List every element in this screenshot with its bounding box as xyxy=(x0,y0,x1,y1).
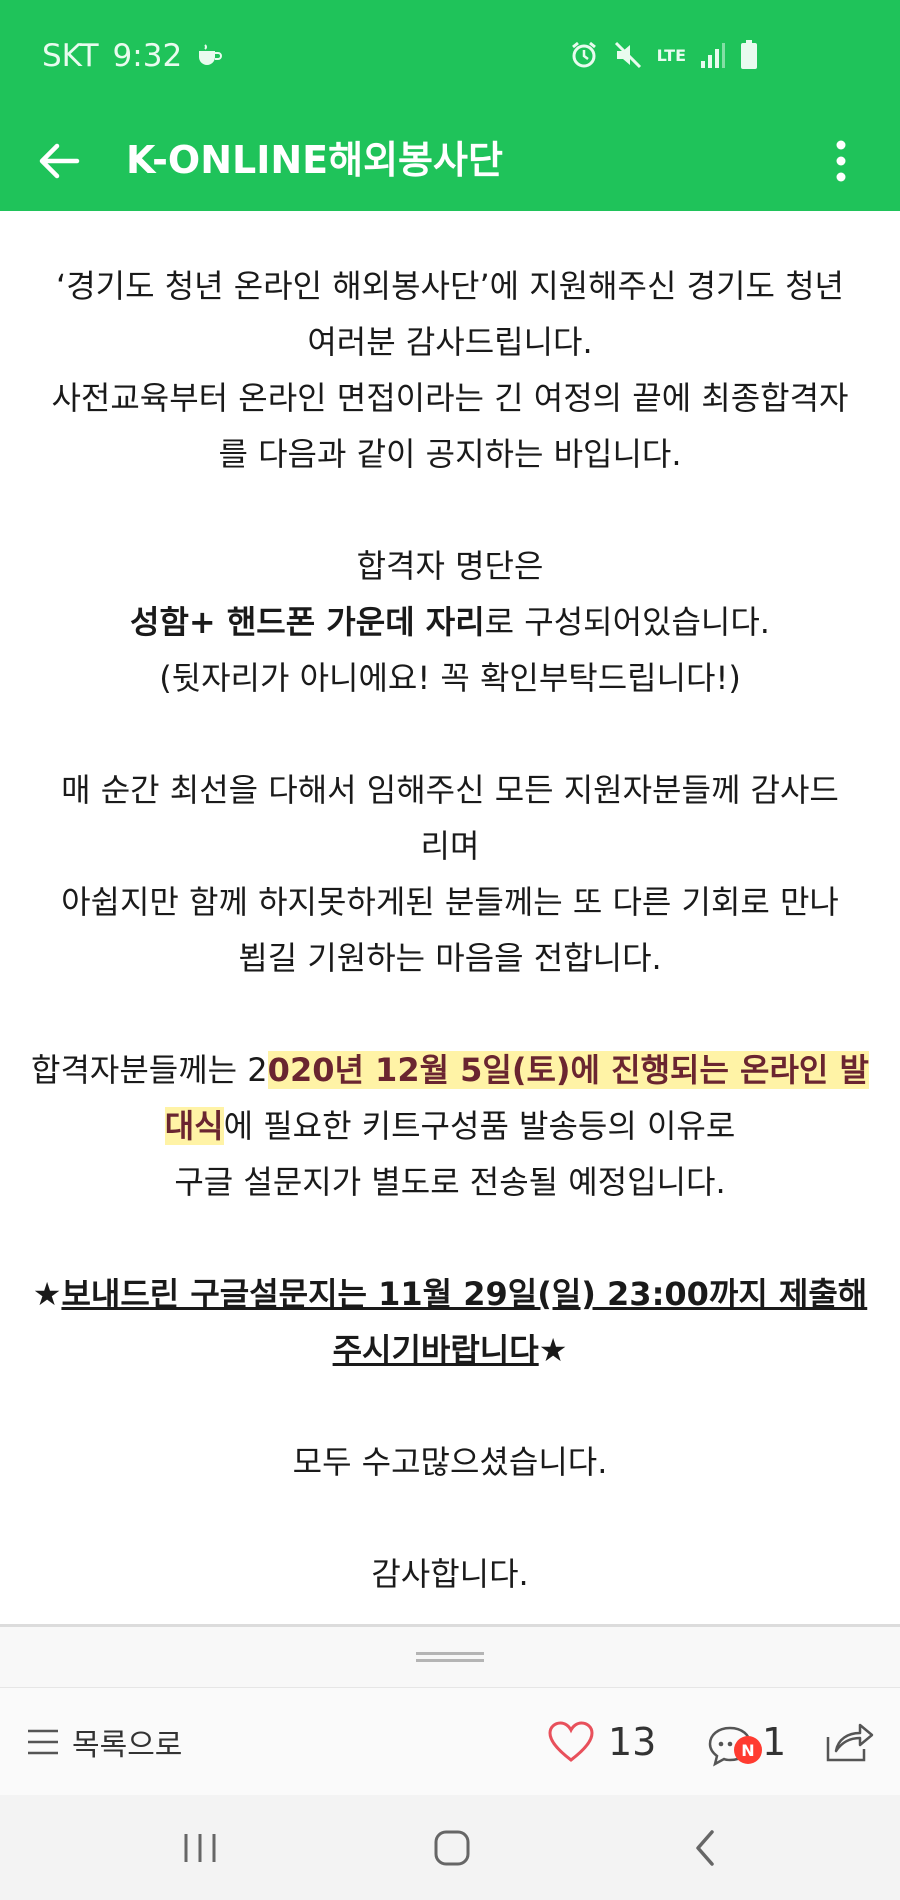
recents-icon xyxy=(184,1833,216,1862)
back-button[interactable] xyxy=(24,126,94,196)
drag-handle-icon xyxy=(416,1652,484,1662)
like-count: 13 xyxy=(608,1720,657,1764)
list-icon xyxy=(28,1729,58,1755)
plain-text: 에 필요한 키트구성품 발송등의 이유로 xyxy=(223,1107,736,1145)
network-label: LTE xyxy=(656,45,686,65)
post-line-mixed: 합격자분들께는 2020년 12월 5일(토)에 진행되는 온라인 발 xyxy=(0,1042,900,1098)
drag-handle[interactable] xyxy=(0,1627,900,1687)
post-line: 사전교육부터 온라인 면접이라는 긴 여정의 끝에 최종합격자 xyxy=(51,379,849,417)
post-line-mixed: 성함+ 핸드폰 가운데 자리로 구성되어있습니다. xyxy=(0,594,900,650)
post-line: (뒷자리가 아니에요! 꼭 확인부탁드립니다!) xyxy=(159,659,741,697)
clock-time: 9:32 xyxy=(112,38,183,74)
carrier-label: SKT xyxy=(42,38,99,74)
back-arrow-icon xyxy=(39,143,80,179)
more-vert-icon xyxy=(836,140,846,182)
mute-icon xyxy=(613,40,643,70)
status-right: LTE xyxy=(569,40,758,70)
alarm-icon xyxy=(569,40,599,70)
comment-button[interactable]: N 1 xyxy=(706,1688,786,1796)
heart-icon xyxy=(548,1721,594,1762)
star-symbol: ★ xyxy=(32,1275,62,1313)
post-line: 를 다음과 같이 공지하는 바입니다. xyxy=(218,435,682,473)
status-bar: SKT 9:32 LTE xyxy=(0,0,900,120)
system-nav-bar xyxy=(0,1795,900,1900)
list-button-label: 목록으로 xyxy=(72,1728,183,1763)
like-button[interactable]: 13 xyxy=(548,1688,656,1796)
post-line: 모두 수고많으셨습니다. xyxy=(292,1443,608,1481)
page-title: K-ONLINE해외봉사단 xyxy=(126,138,503,182)
highlighted-text: 대식 xyxy=(164,1107,224,1145)
signal-icon xyxy=(700,41,726,69)
share-icon xyxy=(826,1723,874,1762)
title-bar: K-ONLINE해외봉사단 xyxy=(0,120,900,211)
highlighted-text: 020년 12월 5일(토)에 진행되는 온라인 발 xyxy=(267,1051,869,1089)
list-button[interactable]: 목록으로 xyxy=(26,1688,182,1796)
share-button[interactable] xyxy=(824,1688,874,1796)
new-badge: N xyxy=(734,1736,762,1764)
post-line: 합격자 명단은 xyxy=(356,547,544,585)
underlined-text: 주시기바랍니다 xyxy=(332,1331,539,1369)
post-line-mixed: 대식에 필요한 키트구성품 발송등의 이유로 xyxy=(0,1098,900,1154)
comment-icon-wrap: N xyxy=(706,1718,762,1767)
nav-back-button[interactable] xyxy=(645,1795,765,1900)
recents-button[interactable] xyxy=(140,1795,260,1900)
more-options-button[interactable] xyxy=(806,126,876,196)
post-line-mixed: 주시기바랍니다★ xyxy=(0,1322,900,1378)
comment-count: 1 xyxy=(762,1720,787,1764)
post-line: 뵙길 기원하는 마음을 전합니다. xyxy=(238,939,662,977)
home-icon xyxy=(434,1830,470,1865)
post-line: 구글 설문지가 별도로 전송될 예정입니다. xyxy=(174,1163,726,1201)
plain-text: 합격자분들께는 2 xyxy=(31,1051,268,1089)
post-content: ‘경기도 청년 온라인 해외봉사단’에 지원해주신 경기도 청년 여러분 감사드… xyxy=(0,211,900,1624)
app-bar: SKT 9:32 LTE K-ONLINE해외봉사단 xyxy=(0,0,900,211)
bold-text: 성함+ 핸드폰 가운데 자리 xyxy=(130,603,485,641)
battery-icon xyxy=(740,40,758,70)
post-line: 리며 xyxy=(420,827,480,865)
plain-text: 로 구성되어있습니다. xyxy=(484,603,770,641)
post-line-mixed: ★보내드린 구글설문지는 11월 29일(일) 23:00까지 제출해 xyxy=(0,1266,900,1322)
nav-back-icon xyxy=(696,1829,714,1866)
post-line: 감사합니다. xyxy=(371,1555,529,1593)
star-symbol: ★ xyxy=(538,1331,568,1369)
underlined-text: 보내드린 구글설문지는 11월 29일(일) 23:00까지 제출해 xyxy=(61,1275,868,1313)
post-line: ‘경기도 청년 온라인 해외봉사단’에 지원해주신 경기도 청년 xyxy=(56,267,844,305)
cup-icon xyxy=(196,43,224,69)
post-line: 매 순간 최선을 다해서 임해주신 모든 지원자분들께 감사드 xyxy=(61,771,839,809)
home-button[interactable] xyxy=(392,1795,512,1900)
post-line: 여러분 감사드립니다. xyxy=(307,323,593,361)
status-left: SKT 9:32 xyxy=(42,38,224,74)
post-line: 아쉽지만 함께 하지못하게된 분들께는 또 다른 기회로 만나 xyxy=(61,883,839,921)
bottom-action-bar: 목록으로 13 N 1 xyxy=(0,1687,900,1796)
